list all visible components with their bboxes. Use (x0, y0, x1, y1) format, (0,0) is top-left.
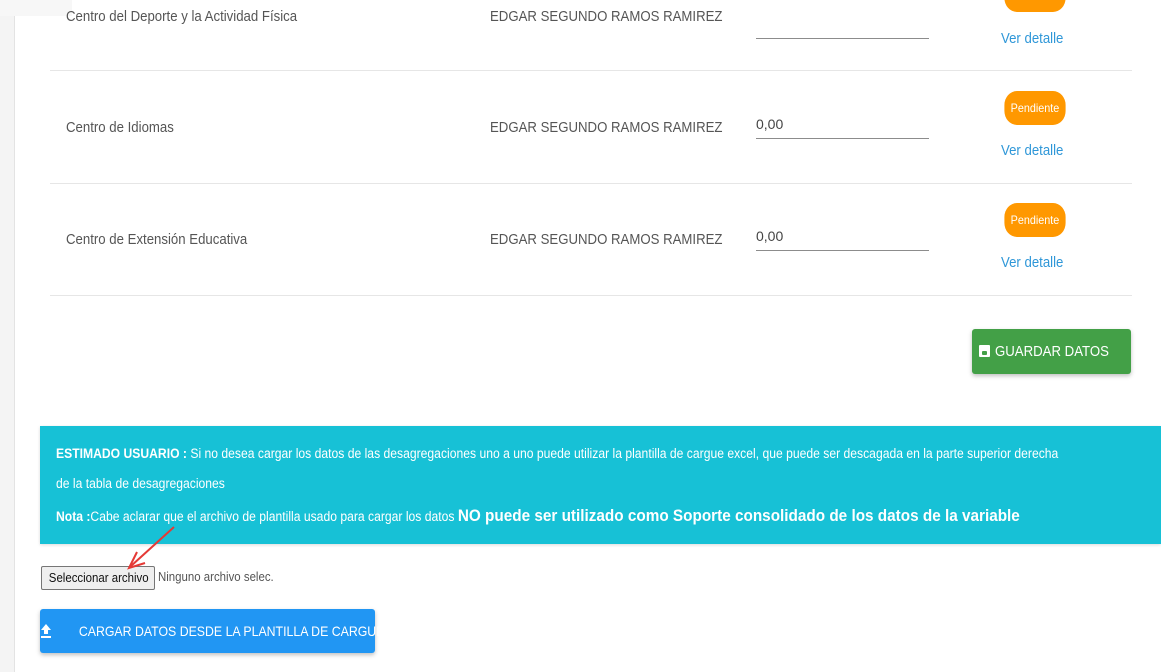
save-icon (978, 345, 990, 357)
choose-file-button[interactable]: Seleccionar archivo (41, 566, 155, 590)
value-input[interactable]: 0,00 (756, 112, 929, 139)
row-name: Centro de Idiomas (66, 119, 174, 136)
table-row: Centro de Idiomas EDGAR SEGUNDO RAMOS RA… (50, 71, 1132, 184)
row-responsible: EDGAR SEGUNDO RAMOS RAMIREZ (490, 231, 723, 248)
row-responsible: EDGAR SEGUNDO RAMOS RAMIREZ (490, 119, 723, 136)
notice-line-2: de la tabla de desagregaciones (56, 476, 225, 491)
view-detail-link[interactable]: Ver detalle (1001, 254, 1063, 271)
table-row: Centro de Extensión Educativa EDGAR SEGU… (50, 183, 1132, 296)
save-data-button[interactable]: GUARDAR DATOS (972, 329, 1131, 374)
value-input[interactable] (756, 12, 929, 39)
view-detail-link[interactable]: Ver detalle (1001, 30, 1063, 47)
view-detail-link[interactable]: Ver detalle (1001, 142, 1063, 159)
file-status-text: Ninguno archivo selec. (158, 569, 274, 584)
row-name: Centro de Extensión Educativa (66, 231, 248, 248)
upload-icon (41, 624, 51, 638)
status-badge: Pendiente (1004, 0, 1066, 12)
table-row: Centro del Deporte y la Actividad Física… (50, 0, 1132, 71)
upload-template-button[interactable]: CARGAR DATOS DESDE LA PLANTILLA DE CARGU… (40, 609, 384, 653)
notice-line-1: ESTIMADO USUARIO : Si no desea cargar lo… (56, 446, 1059, 461)
row-name: Centro del Deporte y la Actividad Física (66, 8, 298, 25)
info-notice: ESTIMADO USUARIO : Si no desea cargar lo… (40, 426, 1161, 544)
status-badge: Pendiente (1004, 203, 1066, 237)
value-input[interactable]: 0,00 (756, 224, 929, 251)
status-badge: Pendiente (1004, 91, 1066, 125)
left-sidebar-edge (0, 0, 15, 672)
notice-note: Nota :Cabe aclarar que el archivo de pla… (56, 506, 1020, 525)
row-responsible: EDGAR SEGUNDO RAMOS RAMIREZ (490, 8, 723, 25)
